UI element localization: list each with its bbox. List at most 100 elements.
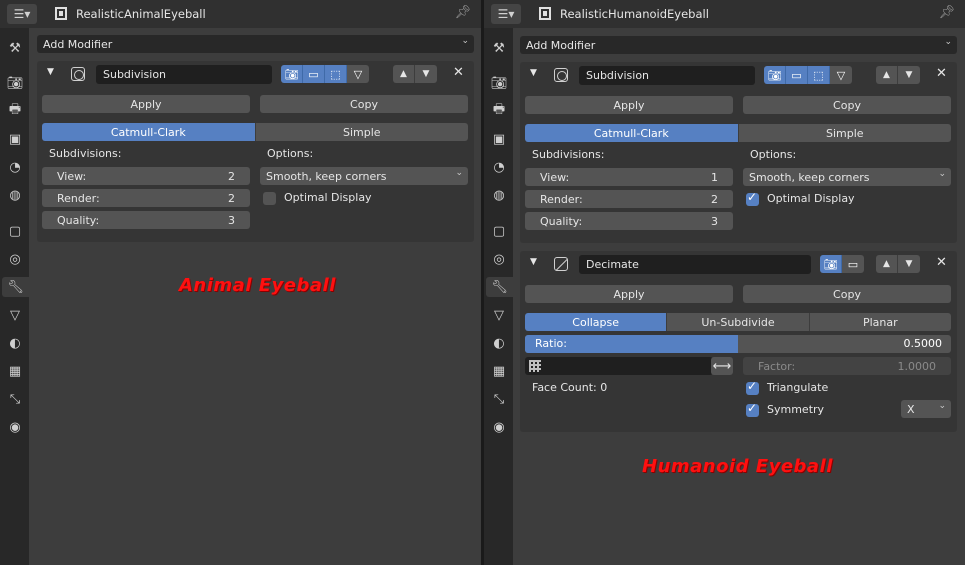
pin-icon[interactable]: 📌︎ — [938, 5, 955, 20]
particles-icon[interactable]: ▽ — [489, 305, 509, 325]
render-toggle-icon[interactable]: 📷︎ — [281, 65, 303, 83]
on-cage-toggle-icon[interactable]: ▽ — [830, 66, 852, 84]
render-levels-field[interactable]: Render: 2 — [42, 189, 250, 207]
texture-icon[interactable]: ▦ — [5, 361, 25, 381]
copy-button[interactable]: Copy — [743, 285, 951, 303]
quality-field[interactable]: Quality: 3 — [525, 212, 733, 230]
triangulate-checkbox[interactable] — [746, 379, 759, 395]
editmode-toggle-icon[interactable]: ⬚ — [325, 65, 347, 83]
physics-icon[interactable]: ◎ — [489, 249, 509, 269]
move-buttons: ▲ ▼ — [876, 255, 920, 273]
scene-icon[interactable]: ◔ — [5, 157, 25, 177]
on-cage-toggle-icon[interactable]: ▽ — [347, 65, 369, 83]
output-icon[interactable]: 🖶 — [489, 101, 509, 121]
close-icon[interactable]: ✕ — [453, 65, 464, 80]
view-layer-icon[interactable]: ▣ — [5, 129, 25, 149]
mode-simple[interactable]: Simple — [255, 123, 468, 141]
editor-type-button[interactable]: ☰▾ — [491, 4, 521, 24]
view-layer-icon[interactable]: ▣ — [489, 129, 509, 149]
mode-catmull-clark[interactable]: Catmull-Clark — [525, 124, 739, 142]
move-down-icon[interactable]: ▼ — [898, 66, 920, 84]
apply-button[interactable]: Apply — [525, 285, 733, 303]
physics-icon[interactable]: ◎ — [5, 249, 25, 269]
modifier-icon[interactable]: 🔧︎ — [486, 277, 513, 297]
close-icon[interactable]: ✕ — [936, 66, 947, 81]
render-icon[interactable]: 📷︎ — [5, 73, 25, 93]
add-modifier-dropdown[interactable]: Add Modifier ⌄ — [520, 36, 957, 54]
close-icon[interactable]: ✕ — [936, 255, 947, 270]
viewport-toggle-icon[interactable]: ▭ — [786, 66, 808, 84]
animal-eyeball-caption: Animal Eyeball — [179, 275, 336, 296]
render-icon[interactable]: 📷︎ — [489, 73, 509, 93]
constraints-icon[interactable]: ⤡ — [5, 389, 25, 409]
pin-icon[interactable]: 📌︎ — [454, 5, 471, 20]
collapse-arrow-icon[interactable]: ▼ — [530, 257, 537, 267]
move-up-icon[interactable]: ▲ — [393, 65, 415, 83]
texture-icon[interactable]: ▦ — [489, 361, 509, 381]
scene-icon[interactable]: ◔ — [489, 157, 509, 177]
editor-type-icon: ☰▾ — [13, 7, 31, 21]
copy-button[interactable]: Copy — [743, 96, 951, 114]
apply-button[interactable]: Apply — [525, 96, 733, 114]
tool-icon[interactable]: ⚒ — [5, 38, 25, 58]
copy-button[interactable]: Copy — [260, 95, 468, 113]
collapse-arrow-icon[interactable]: ▼ — [47, 67, 54, 77]
add-modifier-dropdown[interactable]: Add Modifier ⌄ — [37, 35, 474, 53]
move-up-icon[interactable]: ▲ — [876, 66, 898, 84]
uv-smooth-value: Smooth, keep corners — [749, 170, 870, 184]
invert-vertex-group-icon[interactable]: ⟷ — [711, 357, 733, 375]
modifier-name-field[interactable]: Decimate — [579, 255, 811, 274]
modifier-icon[interactable]: 🔧︎ — [2, 277, 29, 297]
constraints-icon[interactable]: ⤡ — [489, 389, 509, 409]
apply-button[interactable]: Apply — [42, 95, 250, 113]
particles-icon[interactable]: ▽ — [5, 305, 25, 325]
editor-type-button[interactable]: ☰▾ — [7, 4, 37, 24]
world-icon[interactable]: ◍ — [5, 185, 25, 205]
render-toggle-icon[interactable]: 📷︎ — [820, 255, 842, 273]
viewport-toggle-icon[interactable]: ▭ — [303, 65, 325, 83]
ratio-slider[interactable]: Ratio: 0.5000 — [525, 335, 951, 353]
visibility-toggles: 📷︎ ▭ ⬚ ▽ — [281, 65, 369, 83]
symmetry-checkbox[interactable] — [746, 401, 759, 417]
object-icon-tab[interactable]: ▢ — [5, 221, 25, 241]
move-down-icon[interactable]: ▼ — [898, 255, 920, 273]
uv-smooth-dropdown[interactable]: Smooth, keep corners ⌄ — [260, 167, 468, 185]
quality-field[interactable]: Quality: 3 — [42, 211, 250, 229]
editmode-toggle-icon[interactable]: ⬚ — [808, 66, 830, 84]
data-icon[interactable]: ◉ — [5, 417, 25, 437]
panel-header: ☰▾ RealisticHumanoidEyeball 📌︎ — [484, 0, 965, 28]
render-levels-field[interactable]: Render: 2 — [525, 190, 733, 208]
viewport-toggle-icon[interactable]: ▭ — [842, 255, 864, 273]
mode-planar[interactable]: Planar — [809, 313, 951, 331]
subdivision-modifier: ▼ Subdivision 📷︎ ▭ ⬚ ▽ ▲ ▼ ✕ Apply Copy … — [37, 61, 474, 242]
uv-smooth-dropdown[interactable]: Smooth, keep corners ⌄ — [743, 168, 951, 186]
decimate-modifier: ▼ Decimate 📷︎ ▭ ▲ ▼ ✕ Apply Copy Collaps… — [520, 251, 957, 432]
output-icon[interactable]: 🖶 — [5, 101, 25, 121]
render-label: Render: — [57, 191, 100, 205]
render-toggle-icon[interactable]: 📷︎ — [764, 66, 786, 84]
optimal-display-checkbox[interactable] — [746, 190, 759, 206]
data-icon[interactable]: ◉ — [489, 417, 509, 437]
move-up-icon[interactable]: ▲ — [876, 255, 898, 273]
view-levels-field[interactable]: View: 2 — [42, 167, 250, 185]
world-icon[interactable]: ◍ — [489, 185, 509, 205]
decimate-icon — [554, 257, 568, 271]
move-down-icon[interactable]: ▼ — [415, 65, 437, 83]
shading-icon[interactable]: ◐ — [5, 333, 25, 353]
view-levels-field[interactable]: View: 1 — [525, 168, 733, 186]
factor-value: 1.0000 — [897, 359, 937, 373]
shading-icon[interactable]: ◐ — [489, 333, 509, 353]
symmetry-axis-dropdown[interactable]: X ⌄ — [901, 400, 951, 418]
mode-simple[interactable]: Simple — [738, 124, 951, 142]
object-icon-tab[interactable]: ▢ — [489, 221, 509, 241]
modifier-name-field[interactable]: Subdivision — [579, 66, 755, 85]
tool-icon[interactable]: ⚒ — [489, 38, 509, 58]
modifier-name-field[interactable]: Subdivision — [96, 65, 272, 84]
mode-catmull-clark[interactable]: Catmull-Clark — [42, 123, 256, 141]
vertex-group-field[interactable] — [525, 357, 713, 375]
mode-un-subdivide[interactable]: Un-Subdivide — [667, 313, 810, 331]
chevron-down-icon: ⌄ — [944, 37, 952, 47]
collapse-arrow-icon[interactable]: ▼ — [530, 68, 537, 78]
mode-collapse[interactable]: Collapse — [525, 313, 668, 331]
optimal-display-checkbox[interactable] — [263, 192, 276, 205]
